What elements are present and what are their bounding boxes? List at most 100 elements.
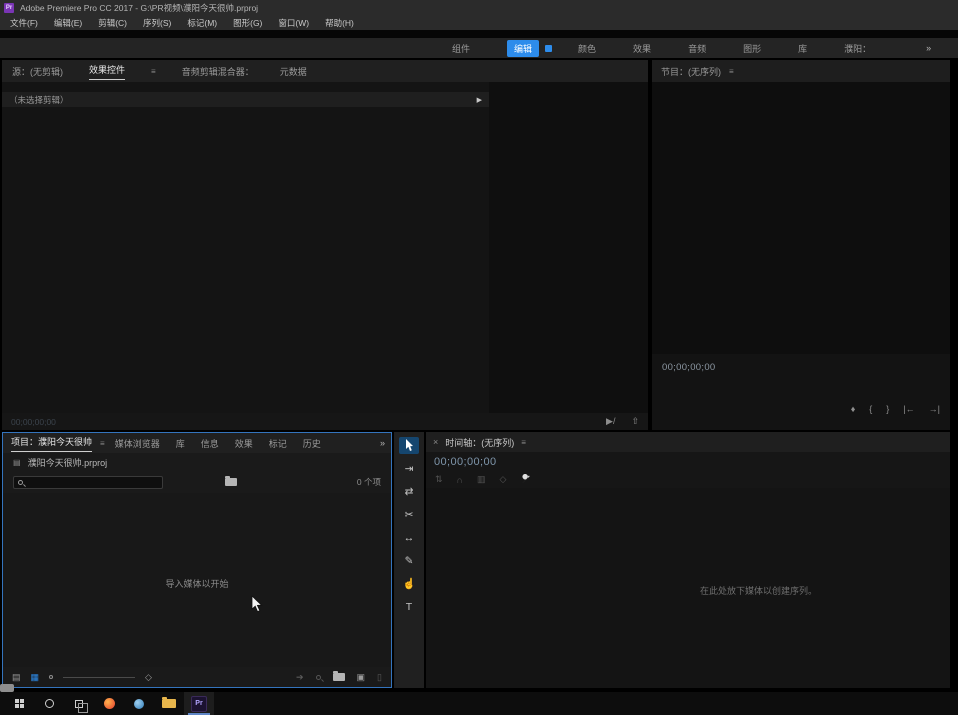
workspace-tab-assembly[interactable]: 组件 — [452, 42, 470, 55]
show-keyframes-icon[interactable]: ▶ — [477, 96, 482, 104]
timeline-track-area[interactable]: 在此处放下媒体以创建序列。 — [426, 488, 950, 688]
automate-to-sequence-icon[interactable]: ➔ — [296, 672, 304, 683]
track-select-forward-tool[interactable]: ⇥ — [399, 460, 419, 477]
menu-clip[interactable]: 剪辑(C) — [90, 17, 135, 29]
panel-menu-icon[interactable]: ≡ — [151, 67, 156, 76]
pen-tool[interactable]: ✎ — [399, 552, 419, 569]
insert-overwrite-icon[interactable]: ⇅ — [435, 474, 443, 485]
icon-view-icon[interactable]: ▦ — [31, 672, 40, 683]
play-audio-only-icon[interactable]: ▶/ — [606, 416, 615, 427]
workspace-tab-graphics[interactable]: 图形 — [743, 42, 761, 55]
tab-history[interactable]: 历史 — [303, 437, 321, 450]
workspace-tab-audio[interactable]: 音频 — [688, 42, 706, 55]
project-content-area[interactable]: 导入媒体以开始 — [3, 493, 391, 667]
list-view-icon[interactable]: ▤ — [12, 672, 21, 683]
slip-tool[interactable]: ↔ — [399, 529, 419, 546]
timeline-settings-wrench-icon[interactable] — [520, 474, 531, 485]
cortana-icon — [45, 699, 54, 708]
go-to-out-icon[interactable]: →| — [929, 404, 940, 414]
zoom-out-icon[interactable] — [49, 675, 53, 679]
tab-source-monitor[interactable]: 源：(无剪辑) — [12, 65, 63, 78]
edge-icon — [134, 699, 144, 709]
tab-media-browser[interactable]: 媒体浏览器 — [115, 437, 160, 450]
menu-file[interactable]: 文件(F) — [2, 17, 46, 29]
edge-button[interactable] — [124, 692, 154, 715]
project-file-name[interactable]: 濮阳今天很帅.prproj — [28, 456, 108, 469]
zoom-slider[interactable] — [63, 677, 135, 678]
workspace-tab-editing[interactable]: 编辑 — [507, 40, 539, 57]
mark-out-icon[interactable]: } — [886, 404, 889, 414]
drop-media-hint: 在此处放下媒体以创建序列。 — [700, 584, 817, 597]
go-to-in-icon[interactable]: |← — [903, 404, 914, 414]
new-bin-icon[interactable] — [333, 673, 345, 681]
menu-window[interactable]: 窗口(W) — [270, 17, 317, 29]
tab-effects[interactable]: 效果 — [235, 437, 253, 450]
selection-arrow-icon — [405, 439, 414, 452]
snap-icon[interactable]: ∩ — [457, 475, 463, 485]
tab-timeline[interactable]: 时间轴：(无序列) — [445, 436, 514, 449]
project-file-row: ▤ 濮阳今天很帅.prproj — [3, 453, 391, 471]
search-input[interactable] — [13, 476, 163, 489]
panel-menu-icon[interactable]: ≡ — [521, 438, 526, 447]
tab-effect-controls[interactable]: 效果控件 — [89, 63, 125, 80]
ripple-edit-tool[interactable]: ⇄ — [399, 483, 419, 500]
item-count-label: 0 个项 — [357, 476, 381, 488]
search-icon — [18, 480, 23, 485]
premiere-taskbar-button[interactable]: Pr — [184, 692, 214, 715]
program-monitor-panel: 节目：(无序列) ≡ 00;00;00;00 ♦ { } |← →| — [652, 60, 950, 430]
workspace-menu-icon[interactable] — [545, 45, 552, 52]
mark-in-icon[interactable]: { — [869, 404, 872, 414]
project-list-icon: ▤ — [13, 458, 21, 467]
tab-project[interactable]: 项目：濮阳今天很帅 — [11, 435, 92, 452]
menu-bar: 文件(F) 编辑(E) 剪辑(C) 序列(S) 标记(M) 图形(G) 窗口(W… — [0, 16, 958, 30]
tab-program-monitor[interactable]: 节目：(无序列) — [661, 65, 721, 78]
workspace-tab-custom[interactable]: 濮阳： — [844, 42, 871, 55]
menu-edit[interactable]: 编辑(E) — [46, 17, 90, 29]
cortana-button[interactable] — [34, 692, 64, 715]
workspace-overflow-icon[interactable]: » — [926, 43, 931, 53]
effect-controls-clip-header: （未选择剪辑） ▶ — [2, 92, 489, 107]
menu-graphics[interactable]: 图形(G) — [225, 17, 270, 29]
task-view-icon — [75, 700, 83, 708]
effect-controls-timecode: 00;00;00;00 — [11, 417, 56, 427]
tab-libraries[interactable]: 库 — [176, 437, 185, 450]
browser-button[interactable] — [94, 692, 124, 715]
filter-bin-icon[interactable] — [225, 478, 237, 486]
menu-sequence[interactable]: 序列(S) — [135, 17, 179, 29]
no-clip-selected-label: （未选择剪辑） — [9, 94, 69, 106]
add-marker-icon[interactable]: ◇ — [500, 474, 507, 485]
workspace-tab-color[interactable]: 颜色 — [578, 42, 596, 55]
workspace-tab-libraries[interactable]: 库 — [798, 42, 807, 55]
new-item-icon[interactable]: ▣ — [357, 672, 366, 683]
workspace-tab-effects[interactable]: 效果 — [633, 42, 651, 55]
panel-menu-icon[interactable]: ≡ — [100, 439, 105, 448]
tab-markers[interactable]: 标记 — [269, 437, 287, 450]
tab-audio-clip-mixer[interactable]: 音频剪辑混合器： — [182, 65, 254, 78]
header-divider — [0, 30, 958, 38]
linked-selection-icon[interactable]: ▥ — [477, 474, 486, 485]
hand-tool[interactable]: ☝ — [399, 575, 419, 592]
panel-menu-icon[interactable]: ≡ — [729, 67, 734, 76]
zoom-in-icon[interactable]: ◇ — [145, 672, 152, 683]
tab-metadata[interactable]: 元数据 — [280, 65, 307, 78]
find-icon[interactable] — [316, 675, 321, 680]
close-icon[interactable]: × — [433, 437, 438, 447]
file-explorer-button[interactable] — [154, 692, 184, 715]
timeline-tab-bar: × 时间轴：(无序列) ≡ — [426, 432, 950, 452]
program-timecode: 00;00;00;00 — [662, 362, 716, 373]
menu-help[interactable]: 帮助(H) — [317, 17, 362, 29]
export-icon[interactable]: ⇧ — [631, 416, 639, 427]
type-tool[interactable]: T — [399, 598, 419, 615]
task-view-button[interactable] — [64, 692, 94, 715]
premiere-pro-window: Pr Adobe Premiere Pro CC 2017 - G:\PR视频\… — [0, 0, 958, 715]
delete-icon[interactable]: ▯ — [377, 672, 382, 683]
tab-info[interactable]: 信息 — [201, 437, 219, 450]
start-button[interactable] — [4, 692, 34, 715]
menu-markers[interactable]: 标记(M) — [179, 17, 225, 29]
razor-tool[interactable]: ✂ — [399, 506, 419, 523]
panel-overflow-icon[interactable]: » — [380, 438, 385, 448]
workspace-bar: 组件 编辑 颜色 效果 音频 图形 库 濮阳： » — [0, 38, 958, 58]
add-marker-icon[interactable]: ♦ — [851, 404, 856, 414]
selection-tool[interactable] — [399, 437, 419, 454]
project-panel: 项目：濮阳今天很帅 ≡ 媒体浏览器 库 信息 效果 标记 历史 » ▤ 濮阳今天… — [2, 432, 392, 688]
